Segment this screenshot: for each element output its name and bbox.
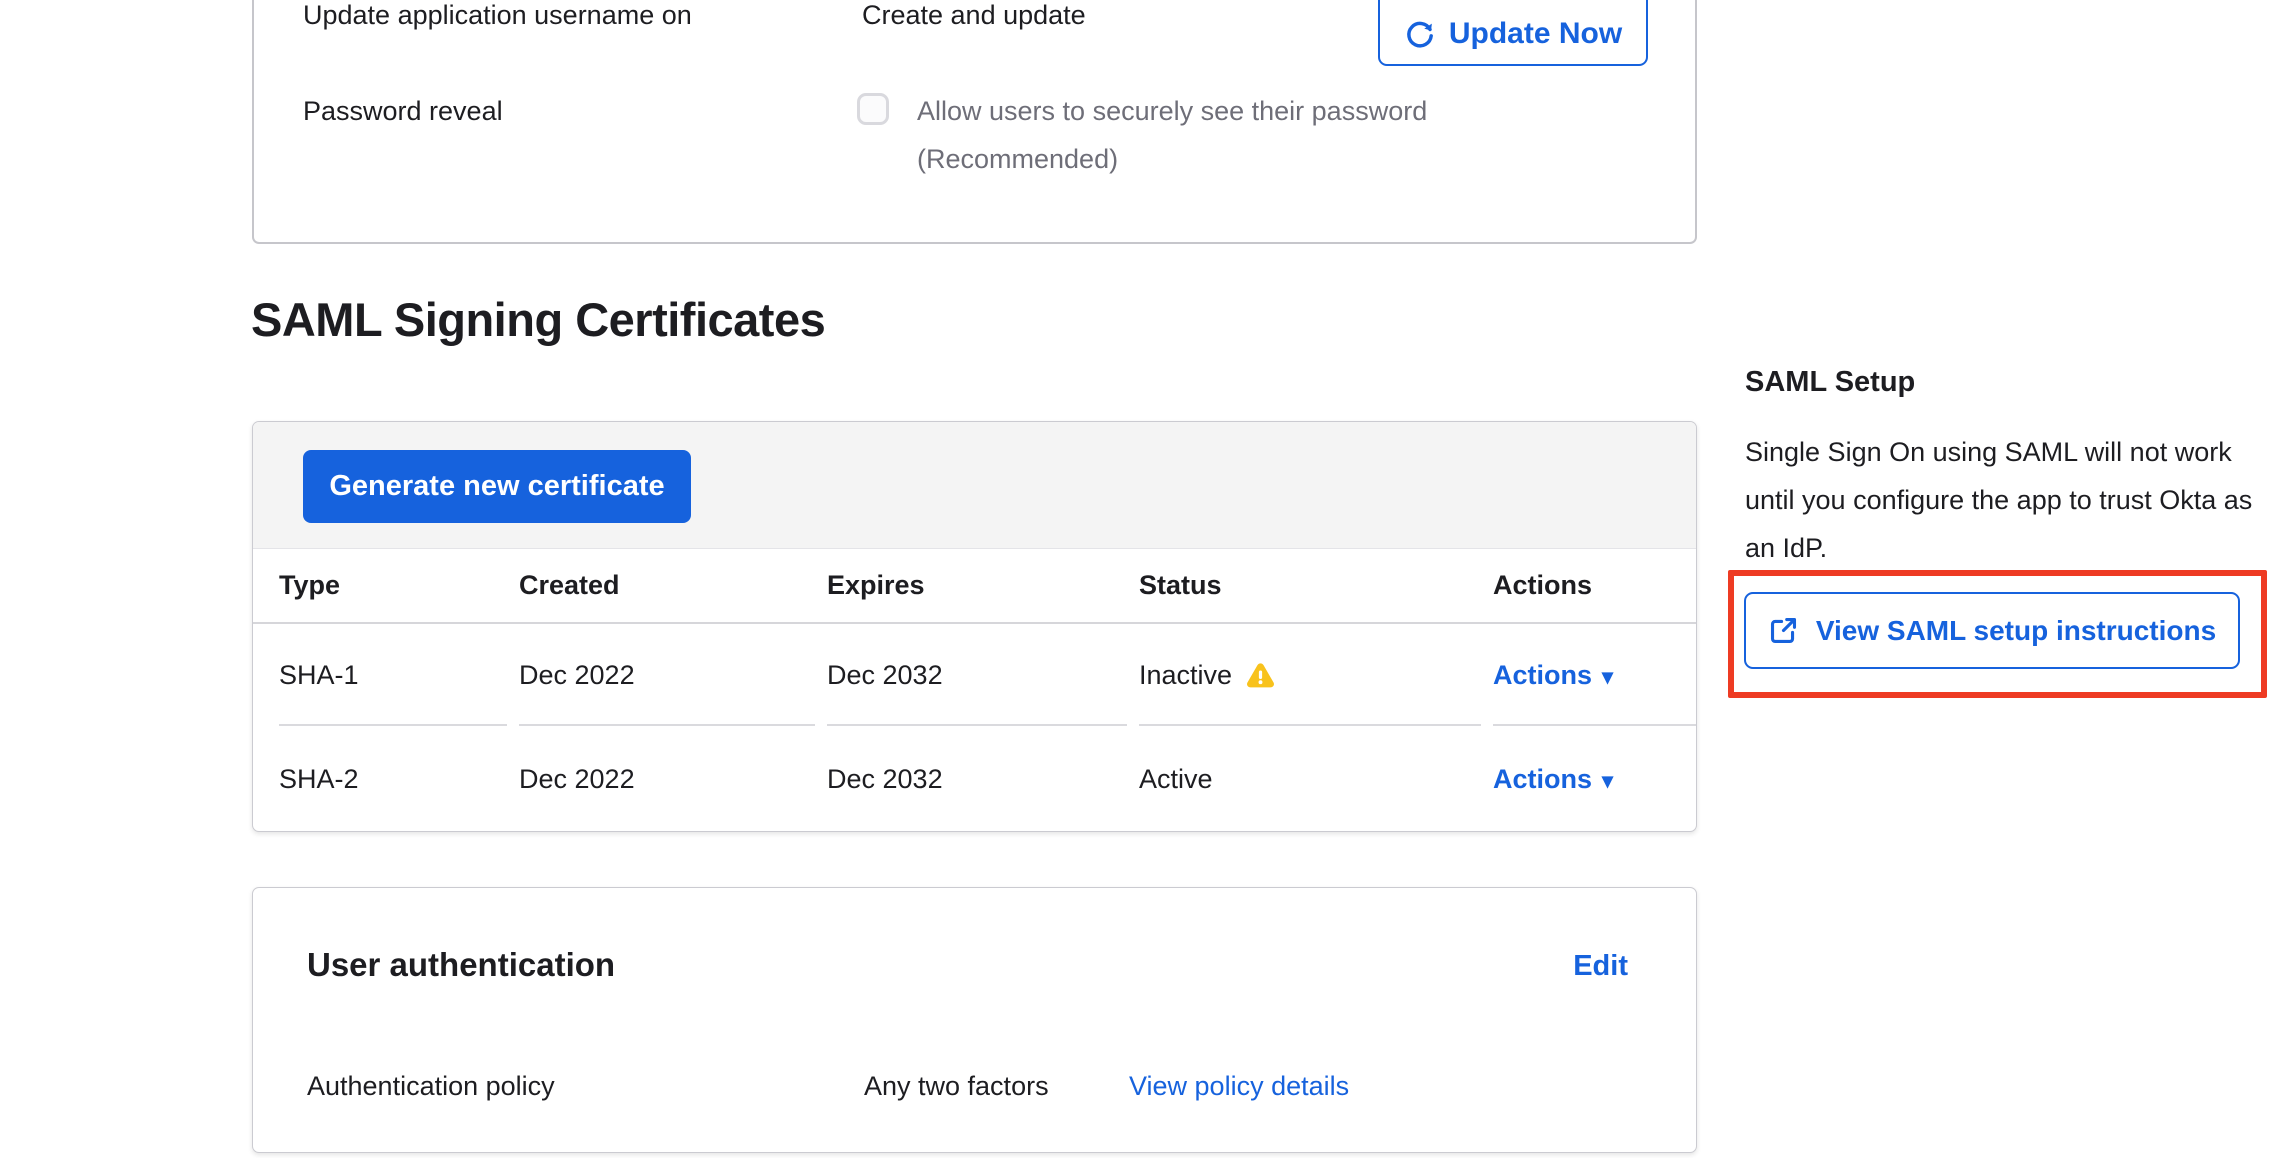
cell-actions: Actions ▾ [1493, 626, 1696, 726]
page-title: SAML Signing Certificates [251, 292, 825, 347]
column-header-expires: Expires [827, 549, 1127, 622]
okta-sign-on-settings-page: Update application username on Create an… [0, 0, 2279, 1158]
actions-dropdown-label: Actions [1493, 660, 1592, 690]
update-now-button[interactable]: Update Now [1378, 0, 1648, 66]
cell-created: Dec 2022 [519, 626, 815, 726]
cell-status: Inactive [1139, 626, 1481, 726]
password-reveal-label: Password reveal [303, 96, 503, 127]
certificates-table-header: Type Created Expires Status Actions [253, 549, 1696, 624]
external-link-icon [1768, 615, 1799, 646]
cell-actions: Actions ▾ [1493, 728, 1696, 831]
column-header-actions: Actions [1493, 549, 1696, 622]
warning-triangle-icon [1245, 660, 1276, 691]
update-username-label: Update application username on [303, 0, 692, 31]
cell-expires: Dec 2032 [827, 728, 1127, 831]
user-authentication-panel: User authentication Edit Authentication … [252, 887, 1697, 1153]
view-saml-setup-instructions-button[interactable]: View SAML setup instructions [1744, 592, 2240, 669]
cell-status: Active [1139, 728, 1481, 831]
password-reveal-description-line2: (Recommended) [917, 144, 1118, 175]
chevron-down-icon: ▾ [1602, 664, 1613, 689]
table-row: SHA-2 Dec 2022 Dec 2032 Active Actions ▾ [253, 728, 1696, 831]
cell-expires: Dec 2032 [827, 626, 1127, 726]
cell-type: SHA-2 [279, 728, 507, 831]
cell-created: Dec 2022 [519, 728, 815, 831]
saml-certificates-panel: Generate new certificate Type Created Ex… [252, 421, 1697, 832]
generate-certificate-button[interactable]: Generate new certificate [303, 450, 691, 523]
view-policy-details-link[interactable]: View policy details [1129, 1071, 1349, 1102]
status-badge: Active [1139, 764, 1213, 795]
column-header-type: Type [279, 549, 507, 622]
actions-dropdown[interactable]: Actions ▾ [1493, 764, 1613, 795]
update-username-value: Create and update [862, 0, 1086, 31]
actions-dropdown[interactable]: Actions ▾ [1493, 660, 1613, 691]
saml-setup-title: SAML Setup [1745, 366, 1915, 399]
authentication-policy-label: Authentication policy [307, 1071, 555, 1102]
actions-dropdown-label: Actions [1493, 764, 1592, 794]
edit-link[interactable]: Edit [1573, 950, 1628, 983]
column-header-status: Status [1139, 549, 1481, 622]
chevron-down-icon: ▾ [1602, 768, 1613, 793]
authentication-policy-value: Any two factors [864, 1071, 1049, 1102]
cell-type: SHA-1 [279, 626, 507, 726]
saml-setup-description: Single Sign On using SAML will not work … [1745, 428, 2265, 572]
refresh-icon [1404, 18, 1436, 50]
password-reveal-checkbox[interactable] [857, 93, 889, 125]
user-authentication-title: User authentication [307, 946, 615, 984]
view-saml-setup-instructions-label: View SAML setup instructions [1816, 615, 2216, 647]
password-reveal-description-line1: Allow users to securely see their passwo… [917, 96, 1427, 127]
table-row: SHA-1 Dec 2022 Dec 2032 Inactive Actions… [253, 626, 1696, 726]
certificates-panel-header: Generate new certificate [253, 422, 1696, 549]
column-header-created: Created [519, 549, 815, 622]
status-badge: Inactive [1139, 660, 1232, 691]
update-now-label: Update Now [1449, 18, 1622, 50]
